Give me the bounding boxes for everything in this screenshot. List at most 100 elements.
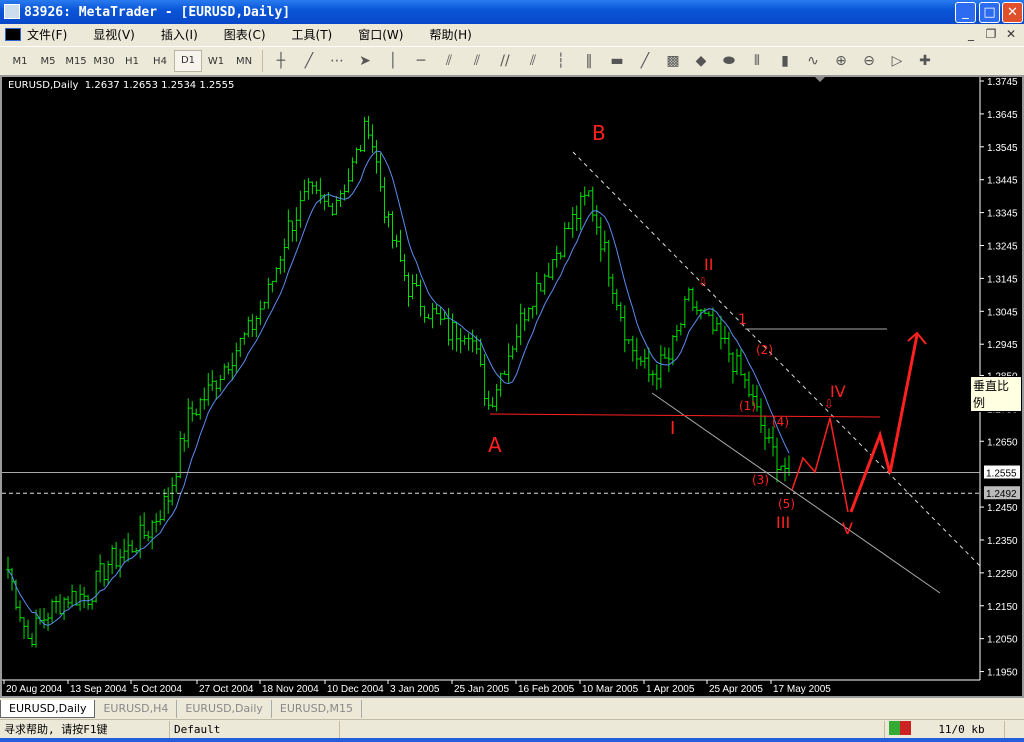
forecast-path-thin bbox=[791, 417, 849, 513]
x-tick-label: 13 Sep 2004 bbox=[70, 684, 127, 695]
bar-chart-icon[interactable]: ⫴ bbox=[743, 50, 771, 72]
menu-view[interactable]: 显视(V) bbox=[93, 26, 135, 43]
y-tick-label: 1.2450 bbox=[987, 503, 1018, 514]
ellipse-icon[interactable]: ⬬ bbox=[715, 50, 743, 72]
high-value: 1.2653 bbox=[122, 80, 158, 91]
zoom-in-icon[interactable]: ⊕ bbox=[827, 50, 855, 72]
price-chart[interactable]: 1.3745 1.3645 1.3545 1.3445 1.3345 1.3245 1.31… bbox=[2, 77, 1022, 696]
cursor-icon[interactable]: ➤ bbox=[351, 50, 379, 72]
open-value: 1.2637 bbox=[84, 80, 120, 91]
horizontal-support-line bbox=[489, 413, 881, 418]
timeframe-h4[interactable]: H4 bbox=[146, 56, 174, 67]
fibo-fan-icon[interactable]: ⫽ bbox=[463, 50, 491, 72]
x-tick-label: 20 Aug 2004 bbox=[6, 684, 63, 695]
menu-window[interactable]: 窗口(W) bbox=[358, 26, 403, 43]
y-tick-label: 1.3145 bbox=[987, 274, 1018, 285]
toolbar-separator bbox=[262, 50, 263, 72]
fibo-channel-icon[interactable]: ⫽ bbox=[519, 50, 547, 72]
menu-insert[interactable]: 插入(I) bbox=[161, 26, 198, 43]
y-tick-label: 1.3745 bbox=[987, 77, 1018, 88]
tab-eurusd-daily[interactable]: EURUSD,Daily bbox=[0, 700, 96, 718]
x-tick-label: 1 Apr 2005 bbox=[646, 684, 695, 695]
forecast-path-thick bbox=[849, 334, 919, 513]
timeframe-mn[interactable]: MN bbox=[230, 56, 258, 67]
wave-label: B bbox=[592, 121, 606, 145]
y-tick-label: 1.2650 bbox=[987, 437, 1018, 448]
wave-label: I bbox=[670, 418, 675, 439]
close-value: 1.2555 bbox=[199, 80, 235, 91]
chart-tabs: EURUSD,Daily EURUSD,H4 EURUSD,Daily EURU… bbox=[0, 698, 1024, 718]
wave-label: II bbox=[704, 255, 713, 274]
auto-scroll-icon[interactable]: ▷ bbox=[883, 50, 911, 72]
arrows-icon[interactable]: ◆ bbox=[687, 50, 715, 72]
x-tick-label: 16 Feb 2005 bbox=[518, 684, 575, 695]
menu-charts[interactable]: 图表(C) bbox=[224, 26, 266, 43]
trendline-icon[interactable]: ╱ bbox=[295, 50, 323, 72]
bid-label: 1.2555 bbox=[986, 469, 1017, 480]
low-value: 1.2534 bbox=[161, 80, 197, 91]
x-tick-label: 27 Oct 2004 bbox=[199, 684, 254, 695]
close-button[interactable]: ✕ bbox=[1002, 2, 1023, 23]
vertical-line-icon[interactable]: │ bbox=[379, 50, 407, 72]
minimize-button[interactable]: _ bbox=[955, 2, 976, 23]
status-bar: 寻求帮助, 请按F1键 Default 11/0 kb bbox=[0, 719, 1024, 738]
rectangle-icon[interactable]: ▬ bbox=[603, 50, 631, 72]
x-tick-label: 10 Mar 2005 bbox=[582, 684, 639, 695]
x-tick-label: 3 Jan 2005 bbox=[390, 684, 440, 695]
channel-icon[interactable]: // bbox=[491, 50, 519, 72]
y-tick-label: 1.2945 bbox=[987, 340, 1018, 351]
wave-label: 1 bbox=[738, 312, 747, 328]
timeframe-w1[interactable]: W1 bbox=[202, 56, 230, 67]
chart-window[interactable]: 1.3745 1.3645 1.3545 1.3445 1.3345 1.3245 1.31… bbox=[0, 75, 1024, 698]
wave-label: (1) bbox=[739, 399, 756, 413]
tab-eurusd-daily-2[interactable]: EURUSD,Daily bbox=[177, 700, 272, 718]
chart-header: EURUSD,Daily 1.2637 1.2653 1.2534 1.2555 bbox=[8, 80, 234, 91]
maximize-button[interactable]: □ bbox=[979, 2, 1000, 23]
mdi-restore-button[interactable]: ❐ bbox=[982, 27, 1000, 43]
tab-eurusd-h4[interactable]: EURUSD,H4 bbox=[95, 700, 178, 718]
menu-tools[interactable]: 工具(T) bbox=[292, 26, 333, 43]
horizontal-line-icon[interactable]: ─ bbox=[407, 50, 435, 72]
fibo-grid-icon[interactable]: ⋯ bbox=[323, 50, 351, 72]
wave-label: III bbox=[776, 513, 790, 532]
timeframe-m15[interactable]: M15 bbox=[62, 56, 90, 67]
chart-logo-icon bbox=[5, 28, 21, 41]
gann-line-icon[interactable]: ╱ bbox=[631, 50, 659, 72]
mdi-close-button[interactable]: ✕ bbox=[1002, 27, 1020, 43]
wave-label: (5) bbox=[778, 497, 795, 511]
down-arrow-icon: ⇩ bbox=[824, 397, 834, 411]
moving-average-line bbox=[7, 150, 790, 627]
y-tick-label: 1.3645 bbox=[987, 110, 1018, 121]
vertical-scale-tooltip: 垂直比例 bbox=[970, 376, 1022, 412]
fan-icon[interactable]: ⫽ bbox=[435, 50, 463, 72]
wave-label: (3) bbox=[752, 473, 769, 487]
zoom-out-icon[interactable]: ⊖ bbox=[855, 50, 883, 72]
timeframe-m5[interactable]: M5 bbox=[34, 56, 62, 67]
chart-shift-icon[interactable]: ✚ bbox=[911, 50, 939, 72]
timeframe-d1[interactable]: D1 bbox=[174, 50, 202, 72]
candle-chart-icon[interactable]: ▮ bbox=[771, 50, 799, 72]
menu-help[interactable]: 帮助(H) bbox=[429, 26, 471, 43]
timeframe-m30[interactable]: M30 bbox=[90, 56, 118, 67]
line-chart-icon[interactable]: ∿ bbox=[799, 50, 827, 72]
chart-shift-marker-icon bbox=[815, 77, 825, 82]
y-tick-label: 1.3545 bbox=[987, 143, 1018, 154]
y-tick-label: 1.2350 bbox=[987, 536, 1018, 547]
tab-eurusd-m15[interactable]: EURUSD,M15 bbox=[272, 700, 363, 718]
crosshair-icon[interactable]: ┼ bbox=[267, 50, 295, 72]
x-tick-label: 17 May 2005 bbox=[773, 684, 831, 695]
timeframe-h1[interactable]: H1 bbox=[118, 56, 146, 67]
status-help: 寻求帮助, 请按F1键 bbox=[0, 720, 170, 738]
x-tick-label: 5 Oct 2004 bbox=[133, 684, 182, 695]
ask-label: 1.2492 bbox=[986, 489, 1017, 500]
title-bar: 83926: MetaTrader - [EURUSD,Daily] bbox=[0, 0, 1024, 24]
down-arrow-icon: ⇩ bbox=[698, 275, 708, 289]
gann-grid-icon[interactable]: ▩ bbox=[659, 50, 687, 72]
x-tick-label: 10 Dec 2004 bbox=[327, 684, 384, 695]
menu-file[interactable]: 文件(F) bbox=[27, 26, 67, 43]
fibo-time-icon[interactable]: ┆ bbox=[547, 50, 575, 72]
cycle-lines-icon[interactable]: ‖ bbox=[575, 50, 603, 72]
status-profile: Default bbox=[170, 720, 340, 738]
mdi-minimize-button[interactable]: _ bbox=[962, 27, 980, 43]
timeframe-m1[interactable]: M1 bbox=[6, 56, 34, 67]
